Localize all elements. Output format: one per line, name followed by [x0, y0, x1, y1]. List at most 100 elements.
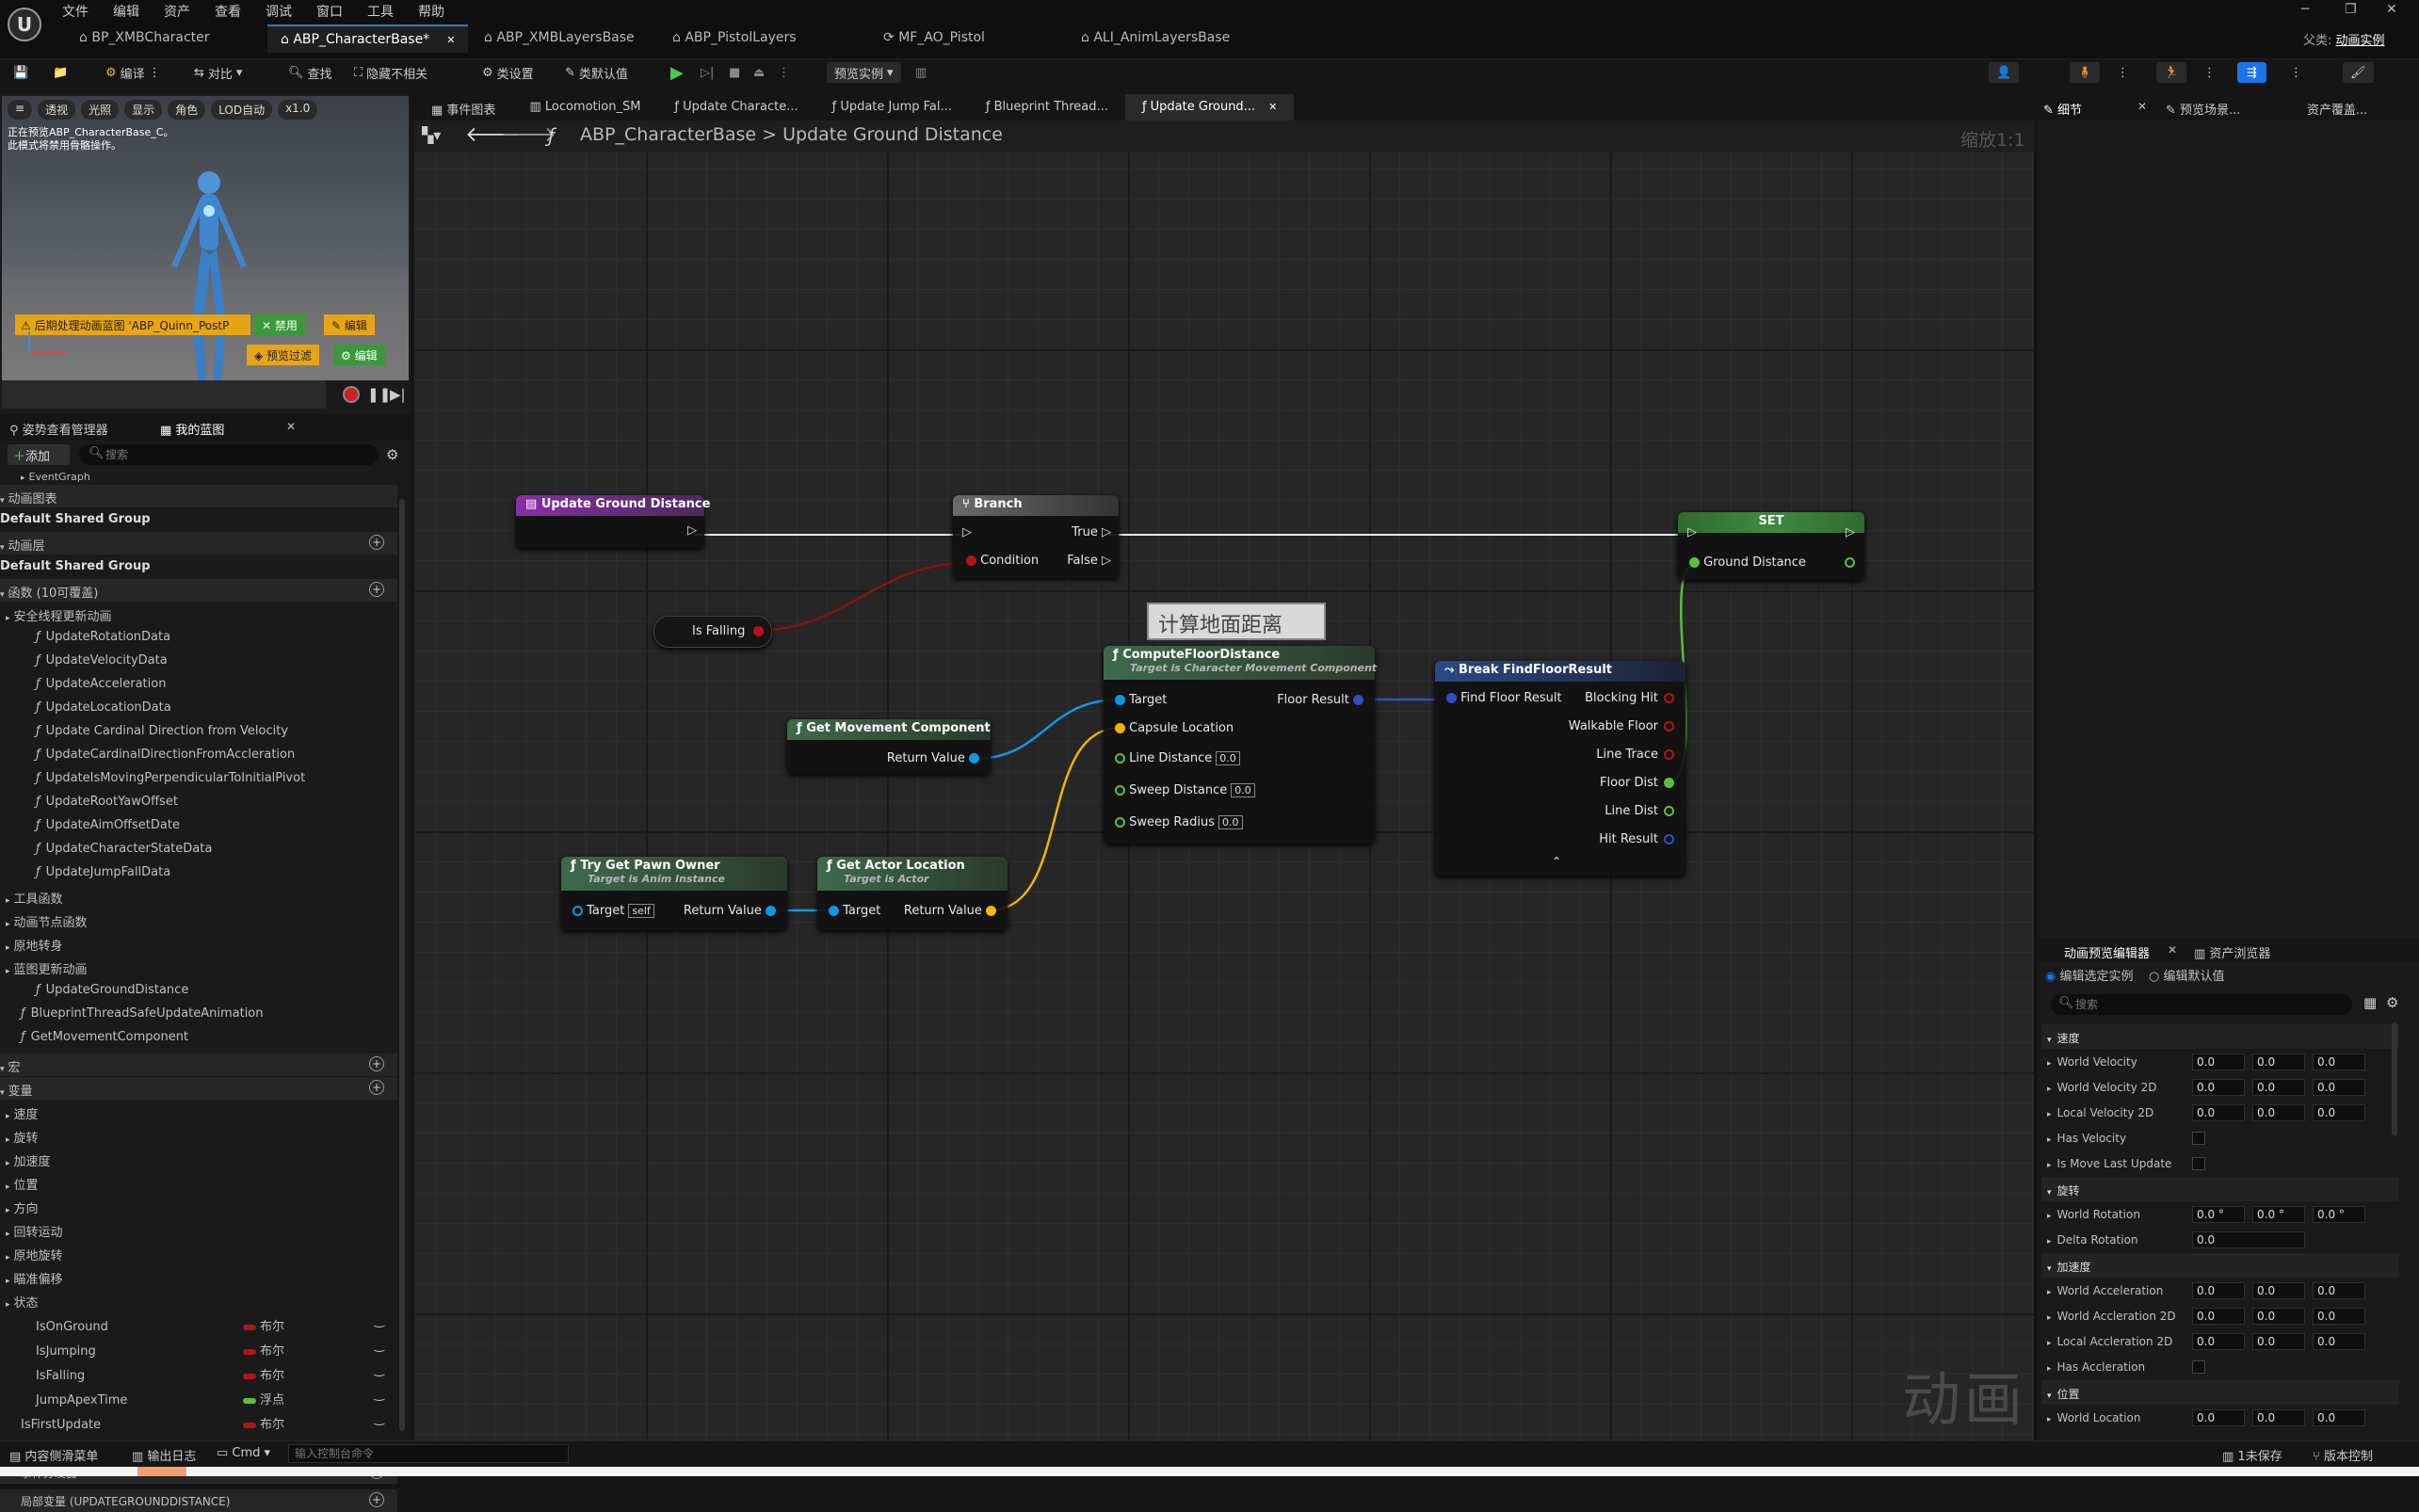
cfd-floor-result-pin[interactable]: Floor Result [1277, 693, 1363, 707]
local-variables-header[interactable]: 局部变量 (UPDATEGROUNDDISTANCE) + [0, 1489, 397, 1512]
close-anim-preview-icon[interactable]: ✕ [2168, 943, 2177, 957]
restore-icon[interactable]: ❐ [2345, 2, 2357, 17]
number-field[interactable]: 0.0 [2313, 1308, 2365, 1325]
mesh-mode-options-icon[interactable]: ⋮ [2117, 62, 2129, 83]
details-category[interactable]: ▾ 速度 [2041, 1024, 2399, 1049]
tab-asset-override[interactable]: 资产覆盖... [2307, 100, 2367, 118]
bffr-output-pin[interactable]: Floor Dist [1600, 776, 1674, 790]
details-scrollbar[interactable] [2392, 1022, 2397, 1135]
branch-false-pin[interactable]: False ▷ [1067, 554, 1111, 568]
add-circle-icon[interactable]: + [369, 1492, 384, 1507]
node-break-find-floor-result[interactable]: ⤳ Break FindFloorResult Find Floor Resul… [1435, 661, 1685, 876]
number-field[interactable]: 0.0 [2192, 1308, 2245, 1325]
details-category[interactable]: ▾ 位置 [2041, 1380, 2399, 1405]
close-window-icon[interactable]: ✕ [2386, 2, 2397, 17]
cmd-dropdown[interactable]: ▭ Cmd ▾ [217, 1446, 270, 1460]
number-field[interactable]: 0.0 [2192, 1079, 2245, 1096]
tgpo-target-pin[interactable]: Target self [572, 904, 654, 918]
set-exec-in-pin[interactable]: ▷ [1687, 525, 1697, 539]
parent-class-link[interactable]: 动画实例 [2336, 34, 2385, 48]
close-details-icon[interactable]: ✕ [2137, 100, 2147, 113]
number-field[interactable]: 0.0 [2192, 1282, 2245, 1299]
comment-box[interactable]: 计算地面距离 [1147, 603, 1326, 640]
details-settings-icon[interactable]: ⚙ [2386, 994, 2398, 1011]
number-field[interactable]: 0.0 [2252, 1079, 2305, 1096]
number-field[interactable]: 0.0 [2313, 1282, 2365, 1299]
details-property-row[interactable]: ▸ Has Accleration [2041, 1355, 2399, 1379]
details-property-row[interactable]: ▸ World Velocity 0.0 0.0 0.0 [2041, 1050, 2399, 1074]
is-falling-out-pin[interactable] [753, 624, 764, 638]
bffr-output-pin[interactable]: Hit Result [1599, 832, 1674, 846]
number-field[interactable]: 0.0 [2192, 1104, 2245, 1121]
tab-preview-settings[interactable]: ✎ 预览场景... [2166, 100, 2240, 118]
number-field[interactable]: 0.0 [2313, 1079, 2365, 1096]
number-field[interactable]: 0.0 [2252, 1308, 2305, 1325]
blueprint-mode-options-icon[interactable]: ⋮ [2290, 62, 2302, 83]
node-get-movement-component[interactable]: ƒ Get Movement Component Return Value [787, 719, 991, 774]
cfd-sweep-radius-pin[interactable]: Sweep Radius 0.0 [1115, 815, 1243, 829]
number-field[interactable]: 0.0 [2313, 1054, 2365, 1070]
mesh-mode-icon[interactable]: 🧍 [2070, 62, 2101, 83]
node-compute-floor-distance[interactable]: ƒ ComputeFloorDistance Target is Characte… [1104, 646, 1377, 844]
details-property-row[interactable]: ▸ Local Accleration 2D 0.0 0.0 0.0 [2041, 1329, 2399, 1354]
node-set-ground-distance[interactable]: SET ▷ ▷ Ground Distance [1678, 512, 1864, 580]
tab-details[interactable]: ✎ 细节 [2043, 100, 2082, 118]
details-property-row[interactable]: ▸ Has Velocity [2041, 1126, 2399, 1150]
blueprint-mode-icon[interactable]: ⇶ [2237, 62, 2266, 83]
node-update-ground-distance[interactable]: ▤ Update Ground Distance ▷ [516, 495, 710, 548]
checkbox[interactable] [2192, 1360, 2205, 1374]
branch-true-pin[interactable]: True ▷ [1072, 525, 1111, 539]
radio-edit-defaults[interactable]: ○ 编辑默认值 [2149, 966, 2225, 984]
source-control-button[interactable]: ⑂ 版本控制 [2313, 1446, 2373, 1464]
bffr-input-pin[interactable]: Find Floor Result [1446, 691, 1562, 705]
node-get-actor-location[interactable]: ƒ Get Actor Location Target is Actor Targ… [817, 857, 1008, 930]
details-property-row[interactable]: ▸ World Rotation 0.0 ° 0.0 ° 0.0 ° [2041, 1202, 2399, 1227]
set-output-pin[interactable] [1845, 555, 1855, 570]
checkbox[interactable] [2192, 1157, 2205, 1170]
tgpo-return-pin[interactable]: Return Value [684, 904, 776, 918]
details-property-row[interactable]: ▸ Delta Rotation 0.0 [2041, 1228, 2399, 1252]
physics-mode-icon[interactable]: 🖌 [2343, 62, 2374, 83]
gal-target-pin[interactable]: Target [829, 904, 880, 918]
bffr-output-pin[interactable]: Line Dist [1605, 804, 1674, 818]
details-property-row[interactable]: ▸ Local Velocity 2D 0.0 0.0 0.0 [2041, 1101, 2399, 1125]
number-field[interactable]: 0.0 [2313, 1333, 2365, 1350]
tgpo-self-value[interactable]: self [628, 904, 654, 918]
radio-edit-selected[interactable]: ◉ 编辑选定实例 [2045, 966, 2134, 984]
cfd-target-pin[interactable]: Target [1115, 693, 1167, 707]
number-field[interactable]: 0.0 [2192, 1231, 2305, 1248]
node-is-falling[interactable]: Is Falling [653, 616, 772, 648]
details-category[interactable]: ▾ 加速度 [2041, 1253, 2399, 1278]
number-field[interactable]: 0.0 [2192, 1054, 2245, 1070]
bffr-output-pin[interactable]: Walkable Floor [1569, 719, 1674, 733]
checkbox[interactable] [2192, 1132, 2205, 1145]
details-property-row[interactable]: ▸ World Location 0.0 0.0 0.0 [2041, 1406, 2399, 1430]
number-field[interactable]: 0.0 [2252, 1104, 2305, 1121]
sweep-radius-value[interactable]: 0.0 [1218, 815, 1243, 829]
sweep-distance-value[interactable]: 0.0 [1231, 783, 1255, 797]
tab-anim-preview-editor[interactable]: 动画预览编辑器 [2064, 943, 2150, 961]
animation-mode-options-icon[interactable]: ⋮ [2203, 62, 2216, 83]
animation-mode-icon[interactable]: 🏃 [2156, 62, 2187, 83]
node-try-get-pawn-owner[interactable]: ƒ Try Get Pawn Owner Target is Anim Insta… [561, 857, 787, 930]
number-field[interactable]: 0.0 [2192, 1409, 2245, 1426]
line-distance-value[interactable]: 0.0 [1216, 751, 1240, 765]
bffr-output-pin[interactable]: Line Trace [1596, 748, 1674, 762]
content-drawer-button[interactable]: ▤ 内容侧滑菜单 [9, 1446, 98, 1464]
console-input[interactable] [288, 1444, 569, 1463]
number-field[interactable]: 0.0 ° [2192, 1206, 2245, 1223]
number-field[interactable]: 0.0 [2313, 1409, 2365, 1426]
grid-view-icon[interactable]: ▦ [2363, 994, 2377, 1011]
cfd-capsule-location-pin[interactable]: Capsule Location [1115, 721, 1234, 735]
cfd-sweep-distance-pin[interactable]: Sweep Distance 0.0 [1115, 783, 1255, 797]
number-field[interactable]: 0.0 [2252, 1054, 2305, 1070]
number-field[interactable]: 0.0 ° [2252, 1206, 2305, 1223]
set-ground-distance-pin[interactable]: Ground Distance [1689, 555, 1806, 570]
gal-return-pin[interactable]: Return Value [904, 904, 996, 918]
tab-asset-browser[interactable]: ▥ 资产浏览器 [2194, 943, 2270, 961]
branch-exec-in-pin[interactable]: ▷ [962, 525, 972, 539]
minimize-icon[interactable]: ─ [2301, 2, 2309, 17]
details-property-row[interactable]: ▸ World Accleration 2D 0.0 0.0 0.0 [2041, 1304, 2399, 1328]
collapse-chevron-icon[interactable]: ⌃ [1552, 855, 1561, 868]
node-branch[interactable]: ⑂ Branch ▷ True ▷ Condition False ▷ [953, 495, 1119, 578]
